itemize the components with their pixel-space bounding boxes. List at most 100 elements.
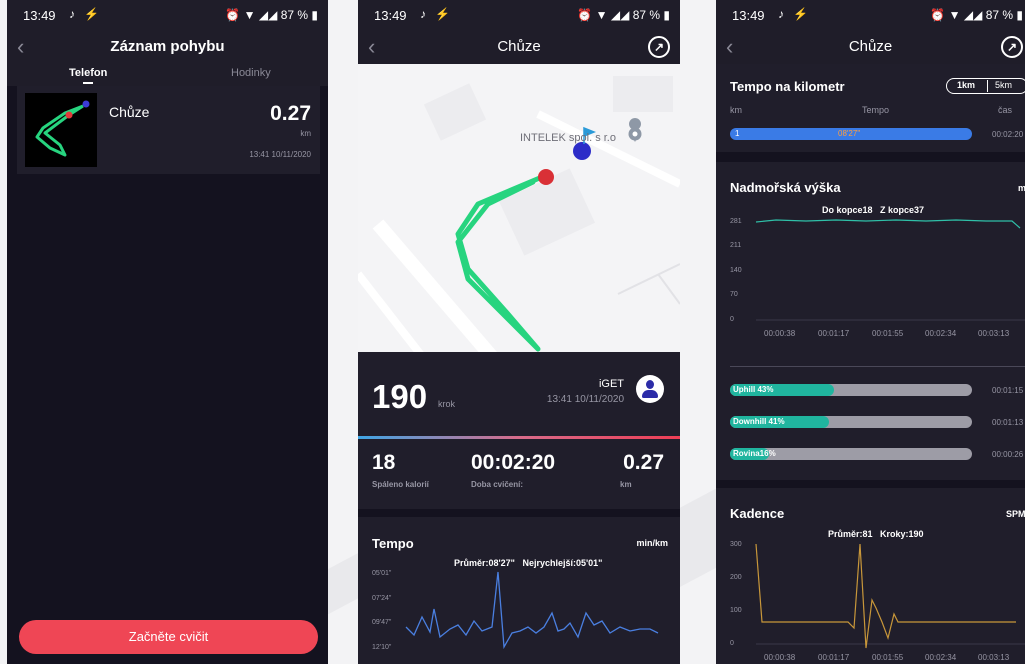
pace-km-value: 08'27" (838, 129, 861, 138)
status-bar: 13:49 ♪ ⚡ ⏰ ▼ ◢◢ 87 % ▮ (7, 0, 328, 30)
altitude-x-label: 00:01:17 (818, 329, 850, 338)
stat-duration-label: Doba cvičení: (471, 480, 524, 489)
toggle-1km[interactable]: 1km (957, 80, 975, 90)
battery-text: 87 % (985, 8, 1014, 22)
map-place-label: INTELEK spol. s r.o (520, 132, 616, 144)
battery-icon: ▮ (1016, 8, 1023, 22)
map-pin-icon (628, 128, 640, 142)
steps-value: 190 (372, 378, 428, 415)
flat-time: 00:00:26 (992, 450, 1024, 459)
cadence-x-label: 00:03:13 (978, 653, 1010, 662)
steps-panel: 190 krok iGET 13:41 10/11/2020 (358, 352, 680, 436)
uphill-track: Uphill 43% (730, 384, 972, 396)
avatar-body (642, 390, 658, 398)
altitude-series-line (755, 219, 1021, 229)
pace-km-index: 1 (735, 129, 740, 138)
tab-telefon[interactable]: Telefon (69, 67, 107, 79)
km-toggle[interactable]: 1km 5km (946, 78, 1025, 94)
notification-icons: ♪ ⚡ (69, 7, 103, 21)
status-bar: 13:49 ♪ ⚡ ⏰ ▼ ◢◢ 87 % ▮ (358, 0, 680, 30)
stat-calories-value: 18 (372, 451, 396, 474)
signal-icon: ◢◢ (610, 8, 630, 22)
signal-icon: ◢◢ (963, 8, 983, 22)
status-right: ⏰ ▼ ◢◢ 87 % ▮ (225, 8, 318, 22)
record-datetime: 13:41 10/11/2020 (249, 150, 311, 159)
stat-calories-label: Spáleno kalorií (372, 480, 429, 489)
status-bar: 13:49 ♪ ⚡ ⏰ ▼ ◢◢ 87 % ▮ (716, 0, 1025, 30)
status-time: 13:49 (732, 8, 765, 23)
wifi-icon: ▼ (948, 8, 961, 22)
downhill-time: 00:01:13 (992, 418, 1024, 427)
route-thumbnail (25, 93, 97, 167)
altitude-x-label: 00:00:38 (764, 329, 796, 338)
share-icon[interactable]: ↗ (648, 36, 670, 58)
toggle-5km[interactable]: 5km (995, 80, 1012, 90)
flat-track: Rovina16% (730, 448, 972, 460)
pace-line-chart (405, 571, 659, 650)
avatar-head (646, 380, 654, 389)
altitude-panel: Nadmořská výška m Do kopce18 Z kopce37 2… (716, 162, 1025, 480)
avatar[interactable] (636, 375, 664, 403)
pace-km-title: Tempo na kilometr (730, 79, 845, 94)
distance-unit: km (300, 129, 311, 138)
cadence-x-label: 00:01:55 (872, 653, 904, 662)
status-time: 13:49 (374, 8, 407, 23)
cadence-line-chart (755, 543, 1025, 649)
battery-text: 87 % (632, 8, 661, 22)
activity-name: Chůze (109, 104, 150, 120)
phone-screen-stats: 13:49 ♪ ⚡ ⏰ ▼ ◢◢ 87 % ▮ ‹ Chůze ↗ Tempo … (716, 0, 1025, 664)
top-bar: ‹ Záznam pohybu (7, 30, 328, 64)
divider (730, 366, 1025, 367)
battery-text: 87 % (280, 8, 309, 22)
stat-distance-value: 0.27 (623, 451, 664, 474)
phone-screen-history: 13:49 ♪ ⚡ ⏰ ▼ ◢◢ 87 % ▮ ‹ Záznam pohybu … (7, 0, 328, 664)
page-title: Záznam pohybu (110, 38, 225, 55)
record-card[interactable]: Chůze 0.27 km 13:41 10/11/2020 (17, 86, 320, 174)
pace-chart-panel: Tempo min/km Průměr:08'27" Nejrychlejší:… (358, 517, 680, 664)
pace-km-time: 00:02:20 (992, 130, 1024, 139)
top-bar: ‹ Chůze ↗ (716, 30, 1025, 64)
alarm-icon: ⏰ (930, 8, 946, 22)
downhill-track: Downhill 41% (730, 416, 972, 428)
signal-icon: ◢◢ (258, 8, 278, 22)
alarm-icon: ⏰ (225, 8, 241, 22)
downhill-label: Downhill 41% (733, 417, 785, 426)
tab-hodinky[interactable]: Hodinky (231, 67, 271, 79)
pace-series-line (405, 571, 659, 650)
steps-unit: krok (438, 399, 456, 409)
col-pace: Tempo (862, 105, 890, 115)
top-bar: ‹ Chůze ↗ (358, 30, 680, 64)
alarm-icon: ⏰ (577, 8, 593, 22)
stats-panel: 18 Spáleno kalorií 00:02:20 Doba cvičení… (358, 439, 680, 509)
cadence-series-line (755, 543, 1016, 649)
battery-icon: ▮ (311, 8, 318, 22)
distance-value: 0.27 (270, 102, 311, 125)
altitude-x-label: 00:01:55 (872, 329, 904, 338)
share-icon[interactable]: ↗ (1001, 36, 1023, 58)
tab-bar: Telefon Hodinky (7, 64, 328, 86)
toggle-divider (987, 80, 988, 92)
uphill-time: 00:01:15 (992, 386, 1024, 395)
page-title: Chůze (497, 38, 541, 55)
cadence-x-label: 00:01:17 (818, 653, 850, 662)
phone-screen-detail: 13:49 ♪ ⚡ ⏰ ▼ ◢◢ 87 % ▮ ‹ Chůze ↗ INTELE… (358, 0, 680, 664)
wifi-icon: ▼ (243, 8, 256, 22)
notification-icons: ♪ ⚡ (420, 7, 454, 21)
device-name: iGET (598, 378, 624, 390)
status-right: ⏰ ▼ ◢◢ 87 % ▮ (577, 8, 670, 22)
route-map[interactable]: INTELEK spol. s r.o (358, 64, 680, 352)
notification-icons: ♪ ⚡ (778, 7, 812, 21)
stat-distance-label: km (620, 480, 632, 489)
altitude-x-label: 00:03:13 (978, 329, 1010, 338)
pace-per-km-panel: Tempo na kilometr 1km 5km km Tempo čas 1… (716, 64, 1025, 152)
uphill-label: Uphill 43% (733, 385, 774, 394)
battery-icon: ▮ (663, 8, 670, 22)
cadence-x-label: 00:00:38 (764, 653, 796, 662)
start-exercise-button[interactable]: Začněte cvičit (19, 620, 318, 654)
status-right: ⏰ ▼ ◢◢ 87 % ▮ (930, 8, 1023, 22)
col-km: km (730, 105, 742, 115)
altitude-x-label: 00:02:34 (925, 329, 957, 338)
cadence-panel: Kadence SPM Průměr:81 Kroky:190 300 200 … (716, 488, 1025, 664)
status-time: 13:49 (23, 8, 56, 23)
device-datetime: 13:41 10/11/2020 (546, 394, 624, 405)
